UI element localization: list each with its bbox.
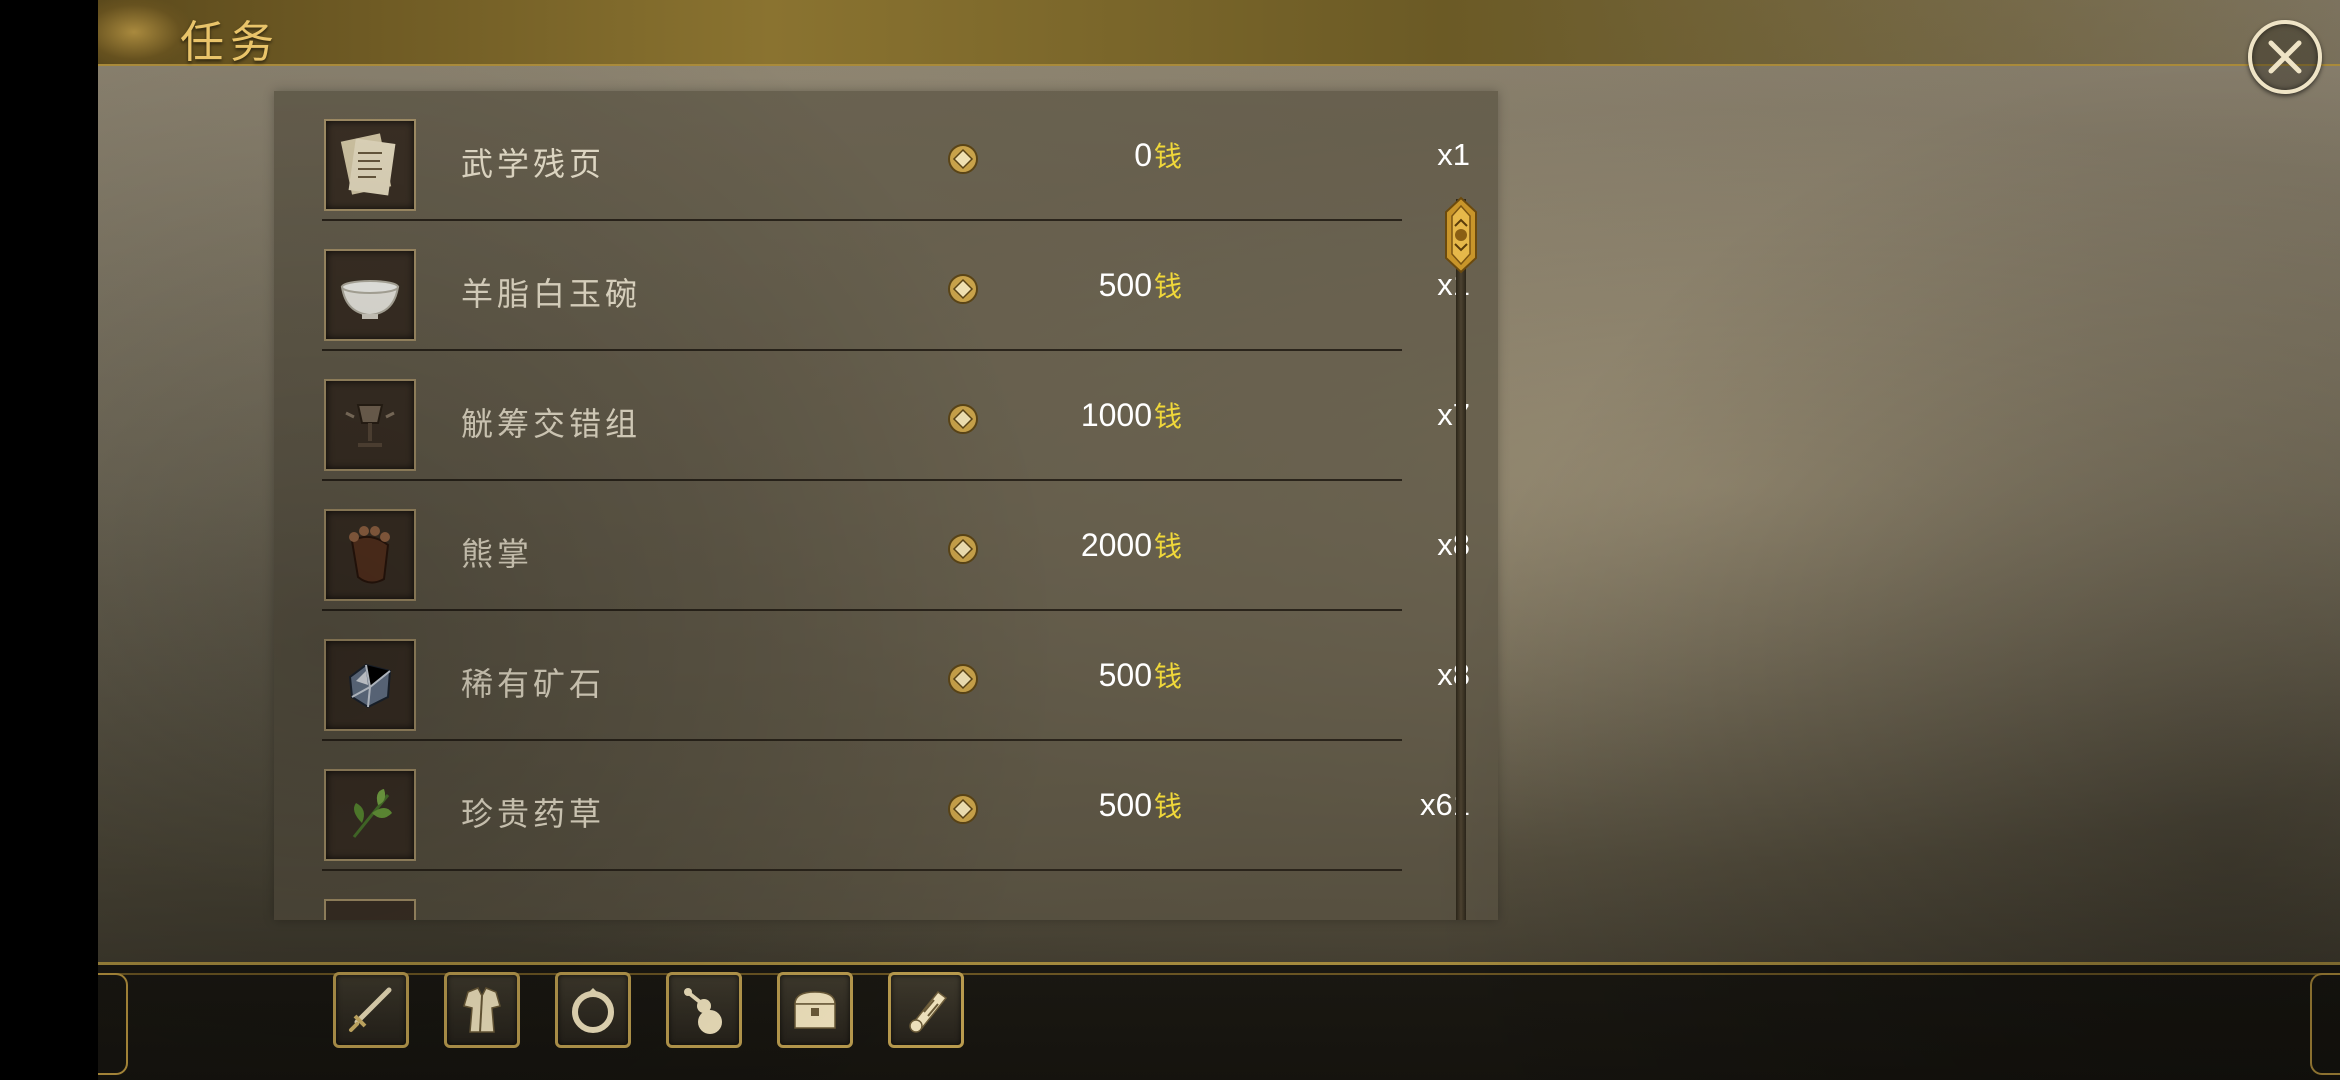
quest-tab[interactable]	[888, 972, 964, 1048]
currency-unit: 钱	[1154, 790, 1183, 823]
item-icon-frame	[324, 509, 416, 601]
bottom-toolbar	[98, 962, 2340, 1080]
item-quantity: x8	[1437, 657, 1470, 692]
toolbar-ornament-left	[98, 973, 128, 1075]
list-item[interactable]: 珍贵药草 500钱 x61	[274, 741, 1470, 871]
price-value: 1000	[1080, 397, 1152, 433]
next-item-icon-partial	[324, 899, 416, 920]
ore-icon	[348, 663, 392, 709]
item-quantity: x61	[1420, 787, 1470, 822]
scroll-icon	[909, 990, 948, 1033]
ring-icon	[572, 988, 614, 1033]
material-tab[interactable]	[777, 972, 853, 1048]
list-item[interactable]: 羊脂白玉碗 500钱 x1	[274, 221, 1470, 351]
coin-icon	[948, 274, 978, 304]
currency-unit: 钱	[1154, 530, 1183, 563]
item-price: 500钱	[994, 265, 1284, 305]
close-button[interactable]	[2248, 20, 2322, 94]
weapon-tab[interactable]	[333, 972, 409, 1048]
scrollbar-track[interactable]	[1456, 199, 1466, 920]
gourd-icon	[684, 988, 722, 1034]
item-icon-frame	[324, 249, 416, 341]
close-icon	[2268, 40, 2302, 74]
price-value: 500	[1098, 267, 1152, 303]
coin-icon	[948, 404, 978, 434]
currency-unit: 钱	[1154, 400, 1183, 433]
item-name: 珍贵药草	[461, 795, 606, 833]
consumable-tab[interactable]	[666, 972, 742, 1048]
armor-tab[interactable]	[444, 972, 520, 1048]
jade-bowl-icon	[340, 280, 400, 319]
item-quantity: x7	[1437, 397, 1470, 432]
list-item[interactable]: 熊掌 2000钱 x8	[274, 481, 1470, 611]
coin-icon	[948, 144, 978, 174]
item-quantity: x1	[1437, 137, 1470, 172]
currency-unit: 钱	[1154, 140, 1183, 173]
robe-icon	[463, 987, 501, 1033]
item-quantity: x8	[1437, 527, 1470, 562]
item-name: 熊掌	[461, 535, 534, 573]
toolbar-ornament-right	[2310, 973, 2340, 1075]
price-value: 500	[1098, 657, 1152, 693]
price-value: 2000	[1080, 527, 1152, 563]
list-item[interactable]: 稀有矿石 500钱 x8	[274, 611, 1470, 741]
scrollbar-thumb[interactable]	[1444, 196, 1478, 274]
item-icon-frame	[324, 639, 416, 731]
item-price: 500钱	[994, 655, 1284, 695]
item-price: 0钱	[994, 135, 1284, 175]
currency-unit: 钱	[1154, 270, 1183, 303]
header-ornament	[98, 0, 188, 64]
list-item[interactable]: 觥筹交错组 1000钱 x7	[274, 351, 1470, 481]
list-item[interactable]: 武学残页 0钱 x1	[274, 91, 1470, 221]
item-icon-frame	[324, 119, 416, 211]
item-list-panel[interactable]: 武学残页 0钱 x1 羊脂白玉碗 500钱 x1 觥筹交错组 1000钱 x7 …	[274, 91, 1498, 920]
goblet-set-icon	[345, 404, 395, 447]
price-value: 0	[1134, 137, 1152, 173]
item-name: 稀有矿石	[461, 665, 606, 703]
bear-paw-icon	[349, 526, 390, 584]
coin-icon	[948, 794, 978, 824]
item-icon-frame	[324, 379, 416, 471]
item-price: 500钱	[994, 785, 1284, 825]
row-divider	[322, 869, 1402, 871]
item-price: 2000钱	[994, 525, 1284, 565]
scroll-pages-icon	[340, 133, 396, 196]
price-value: 500	[1098, 787, 1152, 823]
item-price: 1000钱	[994, 395, 1284, 435]
item-icon-frame	[324, 769, 416, 861]
item-name: 觥筹交错组	[461, 405, 642, 443]
currency-unit: 钱	[1154, 660, 1183, 693]
coin-icon	[948, 664, 978, 694]
item-name: 羊脂白玉碗	[461, 275, 642, 313]
accessory-tab[interactable]	[555, 972, 631, 1048]
header-bar: 任务	[98, 0, 2340, 68]
screen-left-margin	[0, 0, 98, 1080]
page-title: 任务	[180, 17, 280, 68]
coin-icon	[948, 534, 978, 564]
item-name: 武学残页	[461, 145, 606, 183]
herb-icon	[352, 789, 392, 838]
chest-icon	[794, 991, 836, 1029]
inventory-screen: 任务 武学残页 0钱 x1 羊脂白玉碗 500钱 x1 觥筹交错组 1000钱 …	[98, 0, 2340, 1080]
sword-icon	[349, 987, 392, 1032]
